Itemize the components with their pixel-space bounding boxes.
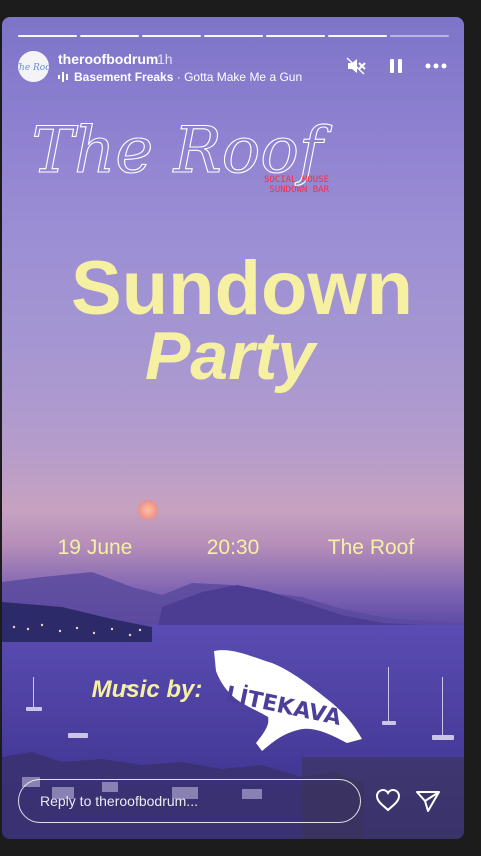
event-venue: The Roof xyxy=(328,536,415,559)
mute-button[interactable] xyxy=(344,56,368,76)
progress-segment xyxy=(328,35,387,37)
post-time: 1h xyxy=(157,51,173,67)
avatar[interactable]: The Roof xyxy=(18,51,49,82)
music-artist: Basement Freaks xyxy=(74,70,174,84)
audio-wave-icon xyxy=(58,71,69,82)
svg-text:The Roof: The Roof xyxy=(18,63,49,73)
progress-segment xyxy=(80,35,139,37)
story-progress xyxy=(18,35,449,37)
story-image: The Roof SOCIAL HOUSE SUNDOWN BAR Sundow… xyxy=(2,113,464,839)
story-header: The Roof theroofbodrum 1h Basement Freak… xyxy=(18,50,448,84)
moon xyxy=(138,500,158,520)
progress-segment xyxy=(18,35,77,37)
music-separator: · xyxy=(176,70,181,84)
more-options-button[interactable] xyxy=(424,56,448,76)
progress-segment xyxy=(204,35,263,37)
music-info[interactable]: Basement Freaks · Gotta Make Me a Gun xyxy=(58,70,302,84)
story-viewer[interactable]: The Roof SOCIAL HOUSE SUNDOWN BAR Sundow… xyxy=(2,17,464,839)
progress-segment xyxy=(142,35,201,37)
pause-icon xyxy=(390,59,402,73)
heart-icon xyxy=(375,788,401,812)
share-button[interactable] xyxy=(415,789,441,818)
reply-placeholder: Reply to theroofbodrum... xyxy=(40,793,198,809)
title-party: Party xyxy=(145,318,318,394)
username[interactable]: theroofbodrum xyxy=(58,51,158,67)
reply-input[interactable]: Reply to theroofbodrum... xyxy=(18,779,361,823)
speaker-muted-icon xyxy=(346,57,366,75)
more-icon xyxy=(425,63,447,69)
send-icon xyxy=(416,791,440,812)
event-date: 19 June xyxy=(58,536,133,559)
progress-segment xyxy=(266,35,325,37)
pause-button[interactable] xyxy=(384,56,408,76)
music-track: Gotta Make Me a Gun xyxy=(184,70,303,84)
avatar-logo-icon: The Roof xyxy=(18,63,49,73)
music-by-label: Music by: xyxy=(92,676,203,703)
tagline-2: SUNDOWN BAR xyxy=(269,185,329,195)
event-time: 20:30 xyxy=(207,536,260,559)
like-button[interactable] xyxy=(375,788,401,817)
progress-segment-current xyxy=(390,35,449,37)
tagline-1: SOCIAL HOUSE xyxy=(264,175,329,185)
